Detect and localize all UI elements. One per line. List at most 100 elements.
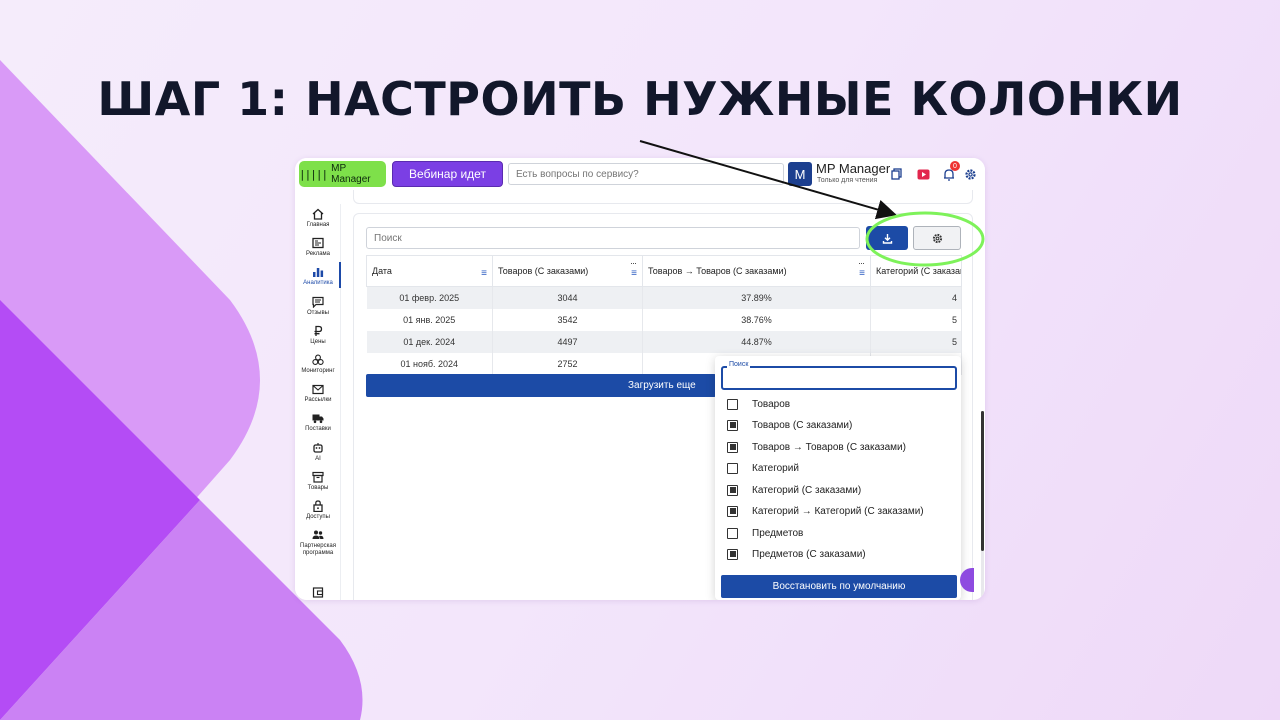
more-icon[interactable]: ··· <box>630 258 637 268</box>
column-option-label: Предметов (С заказами) <box>752 548 866 560</box>
checkbox[interactable] <box>727 462 738 474</box>
sidebar-item-label: Отзывы <box>307 310 329 316</box>
column-option[interactable]: Предметов (С заказами) <box>727 546 957 562</box>
table-cell: 3044 <box>492 286 643 309</box>
home-icon <box>312 208 324 220</box>
sidebar-item-reviews[interactable]: Отзывы <box>295 296 341 317</box>
robot-icon <box>313 443 323 453</box>
column-header[interactable]: Дата ≡ <box>366 255 493 287</box>
sidebar-item-label: Реклама <box>305 251 331 257</box>
table-cell: 4497 <box>492 330 643 353</box>
settings-icon[interactable] <box>962 166 978 182</box>
checkbox[interactable] <box>727 484 738 496</box>
column-picker-search-label: Поиск <box>727 361 751 368</box>
restore-defaults-button[interactable]: Восстановить по умолчанию <box>721 575 957 598</box>
mail-icon <box>312 384 324 395</box>
column-header[interactable]: Товаров (С заказами) ··· ≡ <box>492 255 643 287</box>
column-option[interactable]: Категорий → Категорий (С заказами) <box>727 503 957 519</box>
table-cell: 01 дек. 2024 <box>366 330 493 353</box>
column-menu-icon[interactable]: ≡ <box>859 268 865 279</box>
wallet-icon <box>312 587 324 598</box>
sidebar-item-label: Поставки <box>305 426 331 432</box>
top-bar: ||||| MP Manager Вебинар идет M MP Manag… <box>295 158 985 190</box>
ruble-icon <box>314 325 323 336</box>
logo-button[interactable]: ||||| MP Manager <box>299 161 386 187</box>
download-button[interactable] <box>866 226 908 250</box>
column-header-label: Товаров (С заказами) <box>498 266 589 276</box>
column-option-label: Товаров <box>752 398 791 410</box>
monitoring-icon <box>312 354 324 365</box>
table-cell: 44.87% <box>642 330 871 353</box>
copy-icon[interactable] <box>889 166 905 182</box>
sidebar-item-ai[interactable]: AI <box>295 442 341 463</box>
table-search-input[interactable] <box>366 227 860 249</box>
column-header-label: Категорий (С заказами) <box>876 266 961 276</box>
sidebar-item-label: Мониторинг <box>301 368 335 374</box>
avatar[interactable]: M <box>788 162 812 186</box>
sidebar-item-products[interactable]: Товары <box>295 471 341 492</box>
column-header[interactable]: Категорий (С заказами) <box>870 255 962 287</box>
column-option-label: Товаров → Товаров (С заказами) <box>752 441 906 453</box>
app-screenshot: ||||| MP Manager Вебинар идет M MP Manag… <box>295 158 985 600</box>
column-picker-search-input[interactable] <box>721 366 957 390</box>
analytics-icon <box>313 268 324 277</box>
table-row: 01 февр. 2025 3044 37.89% 4 <box>366 286 962 309</box>
column-option[interactable]: Товаров → Товаров (С заказами) <box>727 439 957 455</box>
checkbox[interactable] <box>727 527 738 539</box>
column-option-label: Категорий (С заказами) <box>752 484 862 496</box>
table-cell: 5 <box>870 330 962 353</box>
table-cell: 37.89% <box>642 286 871 309</box>
table-cell: 01 нояб. 2024 <box>366 352 493 375</box>
sidebar-wallet-item[interactable] <box>295 586 341 598</box>
sidebar-item-partners[interactable]: Партнерская программа <box>295 529 341 557</box>
sidebar-item-supplies[interactable]: Поставки <box>295 412 341 433</box>
reviews-icon <box>312 296 324 308</box>
video-icon[interactable] <box>915 166 931 182</box>
table-cell: 01 янв. 2025 <box>366 308 493 331</box>
download-icon <box>882 233 892 244</box>
load-more-button[interactable]: Загрузить еще <box>366 374 716 397</box>
logo-label: MP Manager <box>331 163 371 185</box>
sidebar-item-analytics[interactable]: Аналитика <box>295 266 341 287</box>
column-settings-button[interactable] <box>913 226 961 250</box>
webinar-button[interactable]: Вебинар идет <box>392 161 503 187</box>
column-option[interactable]: Категорий <box>727 460 957 476</box>
table-cell: 3542 <box>492 308 643 331</box>
table-row: 01 дек. 2024 4497 44.87% 5 <box>366 330 962 353</box>
checkbox[interactable] <box>727 505 738 517</box>
column-header[interactable]: Товаров → Товаров (С заказами) ··· ≡ <box>642 255 871 287</box>
notification-badge: 0 <box>950 161 960 171</box>
column-option[interactable]: Предметов <box>727 525 957 541</box>
checkbox[interactable] <box>727 398 738 410</box>
checkbox[interactable] <box>727 441 738 453</box>
truck-icon <box>312 414 324 424</box>
sidebar-item-home[interactable]: Главная <box>295 208 341 229</box>
column-option[interactable]: Товаров <box>727 396 957 412</box>
account-name: MP Manager <box>816 161 891 176</box>
gear-icon <box>932 233 942 243</box>
column-option-label: Категорий → Категорий (С заказами) <box>752 505 924 517</box>
more-icon[interactable]: ··· <box>858 258 865 268</box>
lock-icon <box>313 500 323 512</box>
column-picker-dropdown <box>715 356 961 600</box>
sidebar-item-monitoring[interactable]: Мониторинг <box>295 354 341 375</box>
column-menu-icon[interactable]: ≡ <box>481 268 487 279</box>
partners-icon <box>312 530 324 539</box>
scrollbar-thumb[interactable] <box>981 411 984 551</box>
sidebar-item-access[interactable]: Доступы <box>295 500 341 521</box>
checkbox[interactable] <box>727 548 738 560</box>
sidebar-item-label: Доступы <box>306 514 330 520</box>
column-option[interactable]: Категорий (С заказами) <box>727 482 957 498</box>
slide-title: ШАГ 1: НАСТРОИТЬ НУЖНЫЕ КОЛОНКИ <box>97 72 1183 126</box>
sidebar-item-ads[interactable]: Реклама <box>295 237 341 258</box>
column-header-label: Дата <box>372 266 392 276</box>
checkbox[interactable] <box>727 419 738 431</box>
column-menu-icon[interactable]: ≡ <box>631 268 637 279</box>
question-input[interactable] <box>508 163 784 185</box>
previous-card-edge <box>353 190 973 204</box>
box-icon <box>312 471 324 483</box>
table-cell: 4 <box>870 286 962 309</box>
sidebar-item-prices[interactable]: Цены <box>295 325 341 346</box>
column-option[interactable]: Товаров (С заказами) <box>727 417 957 433</box>
sidebar-item-mailings[interactable]: Рассылки <box>295 383 341 404</box>
